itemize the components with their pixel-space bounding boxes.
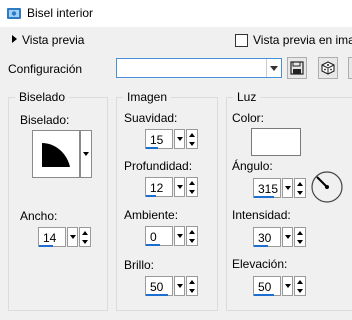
depth-label: Profundidad: [124, 159, 193, 173]
preview-toggle[interactable]: Vista previa [22, 33, 84, 47]
smoothness-arrows[interactable] [186, 129, 198, 149]
config-select[interactable] [116, 58, 282, 78]
image-group-title: Imagen [123, 90, 172, 104]
bevel-group-title: Biselado [15, 90, 70, 104]
smoothness-field[interactable]: 15 [145, 129, 173, 149]
bevel-shape-label: Biselado: [20, 113, 70, 127]
smoothness-dropdown[interactable] [174, 129, 185, 149]
bevel-dialog: Bisel interior Vista previa Vista previa… [0, 0, 352, 320]
brightness-dropdown[interactable] [174, 276, 185, 296]
color-label: Color: [232, 111, 265, 125]
depth-dropdown[interactable] [174, 177, 185, 197]
light-color-swatch[interactable] [251, 128, 301, 156]
brightness-label: Brillo: [124, 258, 155, 272]
smoothness-label: Suavidad: [124, 111, 178, 125]
save-icon [290, 61, 304, 75]
image-preview-checkbox[interactable] [235, 34, 248, 47]
ambience-label: Ambiente: [124, 208, 179, 222]
bevel-shape-dropdown[interactable] [80, 130, 92, 178]
width-label: Ancho: [20, 209, 58, 223]
elevation-label: Elevación: [232, 257, 288, 271]
bevel-shape-icon [42, 143, 70, 167]
angle-field[interactable]: 315 [253, 178, 281, 198]
depth-field[interactable]: 12 [145, 177, 173, 197]
randomize-button[interactable] [318, 57, 338, 79]
angle-dropdown[interactable] [282, 178, 293, 198]
elevation-field[interactable]: 50 [253, 276, 281, 296]
window-title: Bisel interior [27, 6, 94, 20]
angle-dial-icon [311, 171, 343, 203]
angle-arrows[interactable] [294, 178, 306, 198]
more-button[interactable] [348, 57, 352, 79]
dice-icon [321, 61, 335, 75]
intensity-label: Intensidad: [232, 208, 291, 222]
save-preset-button[interactable] [287, 57, 307, 79]
expand-arrow-icon[interactable] [12, 35, 17, 43]
title-bar: Bisel interior [0, 0, 352, 27]
width-field[interactable]: 14 [38, 227, 66, 247]
chevron-down-icon[interactable] [266, 59, 281, 77]
image-preview-checkbox-label[interactable]: Vista previa en ima [253, 33, 352, 47]
elevation-dropdown[interactable] [282, 276, 293, 296]
ambience-arrows[interactable] [186, 226, 198, 246]
app-icon [6, 5, 22, 21]
angle-label: Ángulo: [232, 159, 273, 173]
bevel-shape-preview[interactable] [32, 130, 80, 178]
brightness-field[interactable]: 50 [145, 276, 173, 296]
brightness-arrows[interactable] [186, 276, 198, 296]
elevation-arrows[interactable] [294, 276, 306, 296]
preview-row: Vista previa Vista previa en ima [0, 30, 352, 52]
ambience-field[interactable]: 0 [145, 226, 173, 246]
depth-arrows[interactable] [186, 177, 198, 197]
width-arrows[interactable] [79, 227, 91, 247]
light-group-title: Luz [233, 90, 261, 104]
config-label: Configuración [8, 62, 83, 76]
intensity-field[interactable]: 30 [253, 227, 281, 247]
angle-dial[interactable] [310, 170, 344, 204]
intensity-dropdown[interactable] [282, 227, 293, 247]
width-dropdown[interactable] [67, 227, 78, 247]
intensity-arrows[interactable] [294, 227, 306, 247]
ambience-dropdown[interactable] [174, 226, 185, 246]
